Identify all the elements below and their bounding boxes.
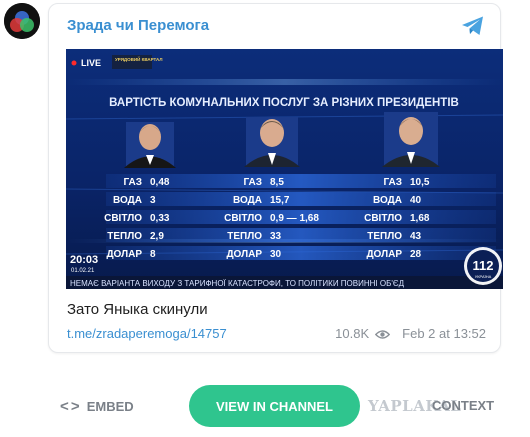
col2-row1-label: ГАЗ <box>243 177 262 188</box>
col3-row5-value: 28 <box>410 249 422 260</box>
post-card: Зрада чи Перемога LIVE УРЯДОВИЙ КВАРТАЛ … <box>48 3 503 353</box>
col1-row5-label: ДОЛАР <box>106 249 142 260</box>
col2-row5-value: 30 <box>270 249 282 260</box>
post-link[interactable]: t.me/zradaperemoga/14757 <box>67 326 227 341</box>
channel-avatar[interactable] <box>4 3 40 39</box>
col1-row1-label: ГАЗ <box>123 177 142 188</box>
col3-row2-value: 40 <box>410 195 422 206</box>
col1-row4-value: 2,9 <box>150 231 164 242</box>
code-icon: < > <box>60 398 80 415</box>
col1-row3-value: 0,33 <box>150 213 170 224</box>
col3-row2-label: ВОДА <box>373 195 402 206</box>
col3-row4-value: 43 <box>410 231 422 242</box>
broadcast-title: ВАРТІСТЬ КОМУНАЛЬНИХ ПОСЛУГ ЗА РІЗНИХ ПР… <box>109 97 459 109</box>
embed-button[interactable]: < > EMBED <box>60 398 134 415</box>
live-label: LIVE <box>81 58 101 68</box>
col2-row5-label: ДОЛАР <box>226 249 262 260</box>
post-header: Зрада чи Перемога <box>67 16 486 40</box>
col3-row4-label: ТЕПЛО <box>367 231 402 242</box>
col2-row4-label: ТЕПЛО <box>227 231 262 242</box>
col2-row3-value: 0,9 — 1,68 <box>270 213 319 224</box>
show-tag: УРЯДОВИЙ КВАРТАЛ <box>115 55 163 62</box>
bottom-actions: < > EMBED VIEW IN CHANNEL YAPLAKAL CONTE… <box>0 383 530 433</box>
channel-112-logo: 112 УКРАЇНА <box>464 247 502 285</box>
embed-label: EMBED <box>86 399 134 414</box>
col1-row5-value: 8 <box>150 249 156 260</box>
col2-row2-label: ВОДА <box>233 195 262 206</box>
broadcast-time: 20:03 <box>70 254 98 266</box>
eye-icon <box>374 328 391 339</box>
col1-row1-value: 0,48 <box>150 177 170 188</box>
svg-text:УКРАЇНА: УКРАЇНА <box>475 274 492 279</box>
ticker-text: НЕМАЄ ВАРІАНТА ВИХОДУ З ТАРИФНОЇ КАТАСТР… <box>70 279 405 288</box>
col3-row3-value: 1,68 <box>410 213 430 224</box>
portrait-2 <box>244 117 300 167</box>
portrait-3 <box>382 112 440 167</box>
views-count: 10.8K <box>335 326 370 341</box>
col1-row2-label: ВОДА <box>113 195 142 206</box>
col1-row3-label: СВІТЛО <box>104 213 142 224</box>
portrait-1 <box>124 122 176 168</box>
broadcast-date: 01.02.21 <box>71 268 95 274</box>
view-in-channel-button[interactable]: VIEW IN CHANNEL <box>189 385 360 427</box>
col2-row4-value: 33 <box>270 231 282 242</box>
context-button[interactable]: CONTEXT <box>432 398 494 413</box>
col2-row1-value: 8,5 <box>270 177 284 188</box>
channel-name[interactable]: Зрада чи Перемога <box>67 16 209 36</box>
post-caption: Зато Яныка скинули <box>67 301 208 318</box>
col1-row4-label: ТЕПЛО <box>107 231 142 242</box>
col3-row5-label: ДОЛАР <box>366 249 402 260</box>
telegram-icon[interactable] <box>460 14 486 38</box>
col2-row3-label: СВІТЛО <box>224 213 262 224</box>
post-image[interactable]: LIVE УРЯДОВИЙ КВАРТАЛ ВАРТІСТЬ КОМУНАЛЬН… <box>66 49 503 289</box>
post-meta: 10.8K Feb 2 at 13:52 <box>335 326 486 341</box>
svg-text:112: 112 <box>473 258 494 273</box>
col3-row1-value: 10,5 <box>410 177 430 188</box>
col3-row3-label: СВІТЛО <box>364 213 402 224</box>
col1-row2-value: 3 <box>150 195 156 206</box>
post-date[interactable]: Feb 2 at 13:52 <box>402 326 486 341</box>
col3-row1-label: ГАЗ <box>383 177 402 188</box>
col2-row2-value: 15,7 <box>270 195 290 206</box>
